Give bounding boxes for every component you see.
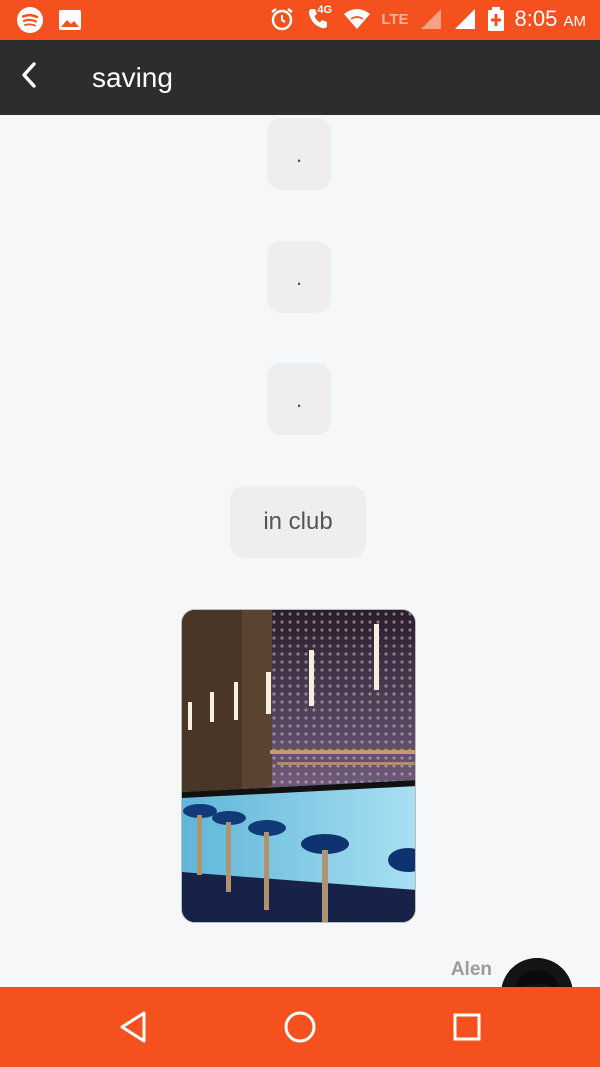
status-left-icons [16,6,82,34]
alarm-icon [271,8,294,31]
message-bubble[interactable]: in club [230,486,366,558]
nav-back-button[interactable] [113,1007,153,1047]
back-arrow-icon [22,62,36,88]
signal-full-icon [454,9,475,29]
battery-icon [487,7,504,31]
photo-bar-image [182,610,415,922]
status-right-icons: 4G LTE 8:05 AM [269,4,586,33]
app-bar: saving [0,40,600,115]
gallery-icon [59,10,81,30]
spotify-icon [17,7,43,33]
wifi-icon [344,9,371,29]
nav-home-button[interactable] [280,1007,320,1047]
avatar-photo-icon [501,958,573,987]
home-nav-icon [284,1011,316,1043]
call-icon: 4G [305,4,333,33]
back-button[interactable] [12,58,46,92]
avatar[interactable] [501,958,573,987]
nav-recents-button[interactable] [447,1007,487,1047]
status-time: 8:05 AM [515,6,586,32]
signal-icon [420,9,441,29]
system-nav-bar [0,987,600,1067]
recents-nav-icon [453,1013,481,1041]
message-bubble[interactable]: . [267,118,331,190]
page-title: saving [92,62,173,93]
back-nav-icon [120,1011,146,1043]
chat-message-list[interactable]: . . . in club Alen [0,115,600,987]
lte-label: LTE [381,10,409,28]
network-type-label: 4G [317,4,333,16]
sender-name: Alen [450,959,492,980]
message-bubble[interactable]: . [267,363,331,435]
time-value: 8:05 [514,6,558,31]
image-message[interactable] [181,609,416,923]
ampm-label: AM [563,13,587,30]
status-bar: 4G LTE 8:05 AM [0,0,600,40]
message-bubble[interactable]: . [267,241,331,313]
